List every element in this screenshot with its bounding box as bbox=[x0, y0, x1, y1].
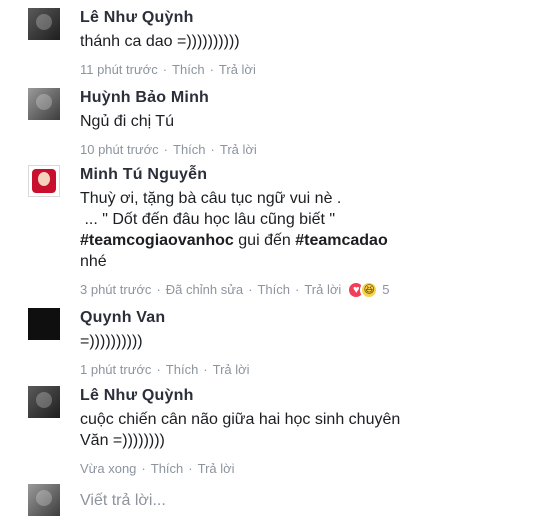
user-silhouette-icon bbox=[36, 14, 52, 30]
reply-link[interactable]: Trả lời bbox=[304, 281, 341, 299]
reply-composer[interactable]: Viết trả lời... bbox=[28, 484, 520, 516]
hashtag-link[interactable]: #teamcogiaovanhoc bbox=[80, 232, 234, 249]
like-link[interactable]: Thích bbox=[172, 61, 205, 79]
comment-meta: 1 phút trước · Thích · Trả lời bbox=[80, 361, 520, 379]
timestamp[interactable]: 3 phút trước bbox=[80, 281, 151, 299]
comment-meta: 10 phút trước · Thích · Trả lời bbox=[80, 141, 520, 159]
comment-text: thánh ca dao =)))))))))) bbox=[80, 33, 240, 50]
separator: · bbox=[163, 142, 168, 157]
comment: Quynh Van =)))))))))) 1 phút trước · Thí… bbox=[28, 308, 520, 379]
timestamp[interactable]: Vừa xong bbox=[80, 460, 136, 478]
avatar[interactable] bbox=[28, 386, 60, 418]
separator: · bbox=[162, 62, 168, 77]
hashtag-link[interactable]: #teamcadao bbox=[295, 232, 388, 249]
comment: Lê Như Quỳnh cuộc chiến cân não giữa hai… bbox=[28, 386, 520, 478]
comment-meta: 11 phút trước · Thích · Trả lời bbox=[80, 61, 520, 79]
comment-line: Thuỳ ơi, tặng bà câu tục ngữ vui nè . bbox=[80, 190, 342, 207]
avatar bbox=[28, 484, 60, 516]
user-silhouette-icon bbox=[36, 392, 52, 408]
reaction-count: 5 bbox=[382, 282, 390, 297]
reply-link[interactable]: Trả lời bbox=[220, 141, 257, 159]
reply-link[interactable]: Trả lời bbox=[219, 61, 256, 79]
timestamp[interactable]: 11 phút trước bbox=[80, 61, 158, 79]
separator: · bbox=[209, 62, 214, 77]
user-silhouette-icon bbox=[36, 490, 52, 506]
separator: · bbox=[156, 282, 161, 297]
user-silhouette-icon bbox=[36, 94, 52, 110]
avatar[interactable] bbox=[28, 308, 60, 340]
commenter-name[interactable]: Quynh Van bbox=[80, 308, 520, 328]
separator: · bbox=[156, 362, 161, 377]
comment-text: cuộc chiến cân não giữa hai học sinh chu… bbox=[80, 409, 520, 451]
comment-meta: 3 phút trước · Đã chỉnh sửa · Thích · Tr… bbox=[80, 281, 520, 299]
separator: · bbox=[295, 282, 300, 297]
comment: Huỳnh Bảo Minh Ngủ đi chị Tú 10 phút trư… bbox=[28, 88, 520, 159]
comment-line: Văn =)))))))) bbox=[80, 432, 165, 449]
comment-meta: Vừa xong · Thích · Trả lời bbox=[80, 460, 520, 478]
comment-line: gui đến bbox=[233, 232, 296, 249]
edited-label[interactable]: Đã chỉnh sửa bbox=[166, 281, 243, 299]
comment-line: ... " Dốt đến đâu học lâu cũng biết " bbox=[80, 211, 336, 228]
timestamp[interactable]: 10 phút trước bbox=[80, 141, 159, 159]
comment-text: Thuỳ ơi, tặng bà câu tục ngữ vui nè . ..… bbox=[80, 188, 520, 272]
comment-line: nhé bbox=[80, 253, 107, 270]
face-icon bbox=[38, 172, 50, 186]
like-link[interactable]: Thích bbox=[151, 460, 184, 478]
separator: · bbox=[188, 461, 193, 476]
avatar[interactable] bbox=[28, 165, 60, 197]
comment-line: cuộc chiến cân não giữa hai học sinh chu… bbox=[80, 411, 401, 428]
comment-text: =)))))))))) bbox=[80, 333, 143, 350]
comment-thread: Lê Như Quỳnh thánh ca dao =)))))))))) 11… bbox=[0, 0, 540, 518]
separator: · bbox=[210, 142, 215, 157]
separator: · bbox=[141, 461, 146, 476]
comment-text: Ngủ đi chị Tú bbox=[80, 113, 174, 130]
like-link[interactable]: Thích bbox=[166, 361, 199, 379]
avatar[interactable] bbox=[28, 88, 60, 120]
separator: · bbox=[203, 362, 208, 377]
commenter-name[interactable]: Lê Như Quỳnh bbox=[80, 8, 520, 28]
reply-link[interactable]: Trả lời bbox=[198, 460, 235, 478]
haha-icon: 😆 bbox=[360, 281, 379, 299]
commenter-name[interactable]: Minh Tú Nguyễn bbox=[80, 165, 520, 185]
reactions-summary[interactable]: ♥ 😆 5 bbox=[347, 281, 390, 299]
like-link[interactable]: Thích bbox=[257, 281, 290, 299]
comment: Minh Tú Nguyễn Thuỳ ơi, tặng bà câu tục … bbox=[28, 165, 520, 299]
reply-link[interactable]: Trả lời bbox=[213, 361, 250, 379]
commenter-name[interactable]: Lê Như Quỳnh bbox=[80, 386, 520, 406]
separator: · bbox=[248, 282, 253, 297]
like-link[interactable]: Thích bbox=[173, 141, 206, 159]
reply-input[interactable]: Viết trả lời... bbox=[80, 490, 520, 512]
timestamp[interactable]: 1 phút trước bbox=[80, 361, 151, 379]
comment: Lê Như Quỳnh thánh ca dao =)))))))))) 11… bbox=[28, 8, 520, 79]
commenter-name[interactable]: Huỳnh Bảo Minh bbox=[80, 88, 520, 108]
avatar[interactable] bbox=[28, 8, 60, 40]
